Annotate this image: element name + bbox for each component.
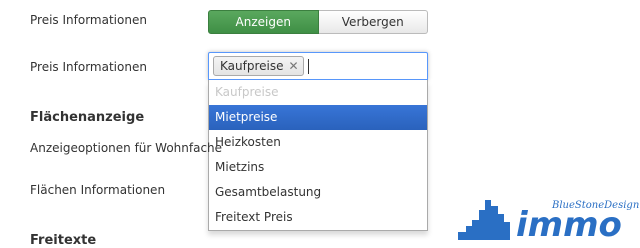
- option-gesamtbelastung[interactable]: Gesamtbelastung: [209, 180, 427, 205]
- selected-token-kaufpreise: Kaufpreise ✕: [213, 56, 304, 76]
- option-heizkosten[interactable]: Heizkosten: [209, 130, 427, 155]
- option-mietzins[interactable]: Mietzins: [209, 155, 427, 180]
- flaechen-info-label: Flächen Informationen: [30, 183, 166, 197]
- immo-logo: immo BlueStoneDesign: [458, 200, 639, 240]
- preis-toggle-label: Preis Informationen: [30, 13, 147, 27]
- option-kaufpreise: Kaufpreise: [215, 85, 279, 99]
- preis-visibility-toggle: Anzeigen Verbergen: [208, 10, 428, 34]
- preis-multiselect-input[interactable]: Kaufpreise ✕: [208, 52, 428, 80]
- section-title-flaechenanzeige: Flächenanzeige: [30, 110, 145, 125]
- skyline-icon: [458, 200, 510, 240]
- text-caret: [308, 59, 309, 74]
- token-remove-icon[interactable]: ✕: [288, 60, 298, 72]
- token-label: Kaufpreise: [220, 59, 284, 73]
- preis-options-dropdown: Kaufpreise Mietpreise Heizkosten Mietzin…: [208, 80, 428, 231]
- section-title-freitexte: Freitexte: [30, 233, 97, 248]
- option-freitext-preis[interactable]: Freitext Preis: [209, 205, 427, 230]
- option-mietpreise[interactable]: Mietpreise: [209, 105, 427, 130]
- preis-select-label: Preis Informationen: [30, 60, 147, 74]
- verbergen-button[interactable]: Verbergen: [318, 10, 428, 34]
- anzeigeoptionen-label: Anzeigeoptionen für Wohnfache: [30, 141, 223, 155]
- anzeigen-button[interactable]: Anzeigen: [208, 10, 319, 34]
- logo-tagline-text: BlueStoneDesign: [551, 200, 639, 211]
